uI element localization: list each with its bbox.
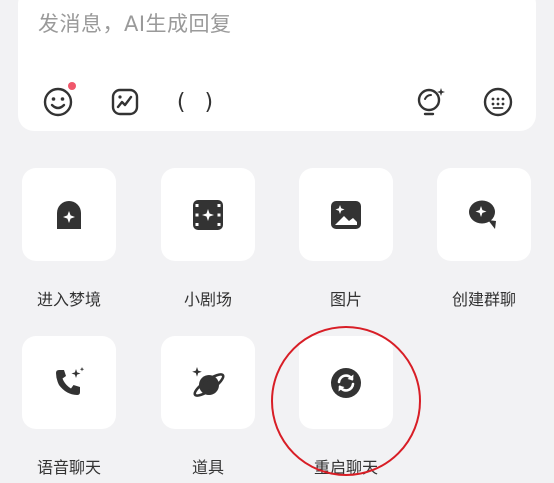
sticker-icon	[111, 88, 139, 116]
theater-label: 小剧场	[183, 290, 232, 309]
phone-icon	[56, 366, 85, 395]
message-composer: 发消息，AI生成回复 ( )	[18, 0, 536, 131]
group-chat-icon	[469, 200, 496, 229]
restart-chat-label: 重启聊天	[313, 458, 378, 477]
enter-dream-button[interactable]	[22, 168, 116, 261]
inspiration-button[interactable]	[413, 84, 449, 120]
image-label: 图片	[329, 290, 362, 309]
theater-button[interactable]	[161, 168, 255, 261]
props-button[interactable]	[161, 336, 255, 429]
create-group-chat-button[interactable]	[437, 168, 531, 261]
enter-dream-label: 进入梦境	[36, 290, 101, 309]
keyboard-button[interactable]	[480, 84, 516, 120]
emoji-button[interactable]	[40, 82, 76, 120]
lightbulb-icon	[417, 88, 445, 116]
restart-icon	[331, 367, 361, 398]
dream-icon	[57, 200, 81, 229]
sticker-button[interactable]	[107, 84, 143, 120]
planet-icon	[192, 366, 225, 397]
smile-icon	[43, 87, 73, 117]
voice-chat-label: 语音聊天	[36, 458, 101, 477]
keyboard-icon	[483, 87, 513, 117]
restart-chat-button[interactable]	[299, 336, 393, 429]
image-button[interactable]	[299, 168, 393, 261]
image-icon	[331, 200, 361, 229]
props-label: 道具	[191, 458, 224, 477]
create-group-chat-label: 创建群聊	[451, 290, 516, 309]
film-icon	[193, 199, 223, 230]
message-input[interactable]: 发消息，AI生成回复	[38, 8, 232, 38]
parentheses-button[interactable]: ( )	[176, 84, 220, 120]
voice-chat-button[interactable]	[22, 336, 116, 429]
notification-dot	[68, 82, 76, 90]
